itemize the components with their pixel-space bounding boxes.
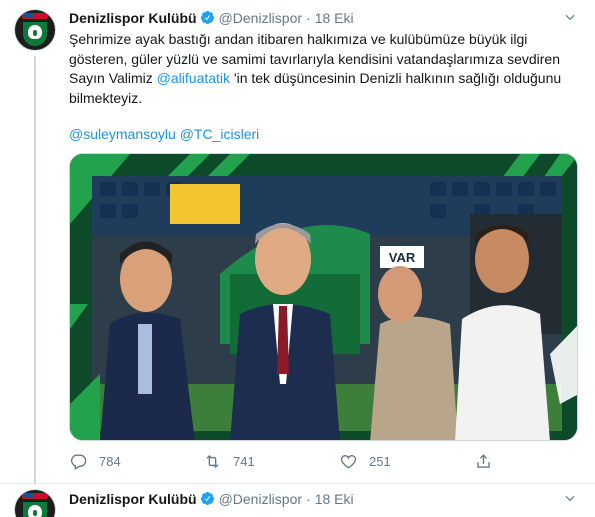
avatar[interactable]: [14, 489, 56, 517]
verified-badge-icon: [200, 10, 214, 25]
reply-button[interactable]: 784: [69, 450, 121, 472]
reply-count: 784: [99, 453, 121, 469]
share-button[interactable]: [474, 450, 504, 472]
author-handle[interactable]: @Denizlispor: [219, 10, 302, 26]
chevron-down-icon[interactable]: [563, 491, 577, 505]
like-count: 251: [369, 453, 391, 469]
tweet-actions: 784 741 251: [69, 450, 529, 472]
timestamp[interactable]: 18 Eki: [315, 491, 354, 507]
photo-illustration: VAR: [70, 154, 577, 440]
tweet[interactable]: Denizlispor Kulübü @Denizlispor · 18 Eki: [0, 484, 595, 517]
like-button[interactable]: 251: [339, 450, 391, 472]
tweet-text: Şehrimize ayak bastığı andan itibaren ha…: [69, 30, 569, 108]
tweet-header: Denizlispor Kulübü @Denizlispor · 18 Eki: [69, 8, 354, 28]
avatar[interactable]: [14, 9, 56, 51]
mentions-line: @suleymansoylu @TC_icisleri: [69, 124, 259, 144]
mention-link[interactable]: @suleymansoylu: [69, 126, 176, 142]
retweet-button[interactable]: 741: [203, 450, 255, 472]
tweet[interactable]: Denizlispor Kulübü @Denizlispor · 18 Eki Şe…: [0, 0, 595, 484]
author-name[interactable]: Denizlispor Kulübü: [69, 491, 197, 507]
retweet-icon: [206, 454, 219, 468]
share-icon: [477, 453, 490, 468]
author-name[interactable]: Denizlispor Kulübü: [69, 10, 197, 26]
author-handle[interactable]: @Denizlispor: [219, 491, 302, 507]
like-icon: [340, 454, 357, 469]
verified-badge-icon: [200, 491, 214, 506]
tweet-photo[interactable]: VAR: [69, 153, 578, 441]
tweet-header: Denizlispor Kulübü @Denizlispor · 18 Eki: [69, 489, 354, 509]
separator-dot: ·: [306, 10, 311, 26]
reply-icon: [70, 453, 87, 470]
mention-link[interactable]: @TC_icisleri: [180, 126, 260, 142]
thread-line: [34, 56, 36, 484]
chevron-down-icon[interactable]: [563, 10, 577, 24]
retweet-count: 741: [233, 453, 255, 469]
timestamp[interactable]: 18 Eki: [315, 10, 354, 26]
separator-dot: ·: [306, 491, 311, 507]
mention-link[interactable]: @alifuatatik: [157, 70, 230, 86]
photo-sign-text: VAR: [389, 250, 416, 265]
